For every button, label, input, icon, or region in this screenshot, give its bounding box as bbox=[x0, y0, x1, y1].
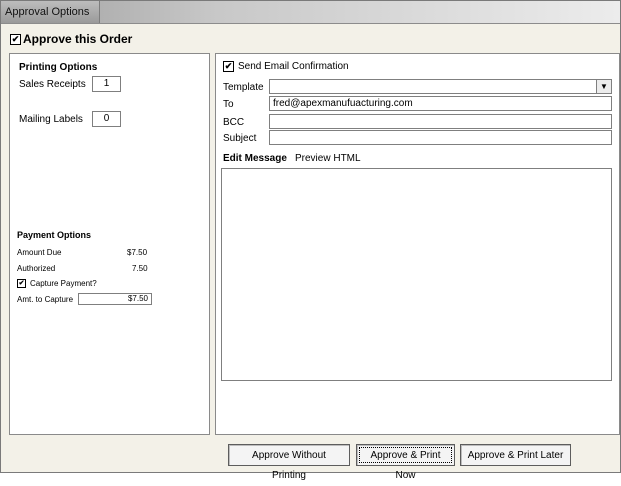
subject-label: Subject bbox=[223, 133, 257, 144]
window-title: Approval Options bbox=[1, 1, 101, 23]
capture-payment-label: Capture Payment? bbox=[30, 279, 97, 288]
capture-payment-checkbox[interactable]: ✔ bbox=[17, 279, 26, 288]
payment-options-heading: Payment Options bbox=[17, 230, 92, 240]
authorized-value: 7.50 bbox=[132, 264, 148, 273]
template-label: Template bbox=[223, 82, 264, 93]
mailing-labels-label: Mailing Labels bbox=[19, 114, 83, 125]
message-body-editor[interactable] bbox=[221, 168, 612, 381]
approve-without-printing-button[interactable]: Approve Without Printing bbox=[228, 444, 350, 481]
tab-edit-message[interactable]: Edit Message bbox=[223, 153, 287, 164]
bcc-label: BCC bbox=[223, 117, 245, 128]
amount-due-label: Amount Due bbox=[17, 248, 62, 257]
tab-preview-html[interactable]: Preview HTML bbox=[295, 153, 361, 164]
to-label: To bbox=[223, 99, 234, 110]
approve-order-label: Approve this Order bbox=[23, 32, 133, 46]
subject-input[interactable] bbox=[269, 130, 612, 145]
template-select[interactable]: ▼ bbox=[269, 79, 612, 94]
sales-receipts-input[interactable]: 1 bbox=[92, 76, 121, 92]
email-panel: ✔ Send Email Confirmation Template ▼ To … bbox=[215, 53, 620, 435]
send-email-label: Send Email Confirmation bbox=[238, 61, 349, 72]
amount-to-capture-input[interactable]: $7.50 bbox=[78, 293, 152, 305]
approval-options-window: Approval Options ✔ Approve this Order Pr… bbox=[0, 0, 621, 481]
to-input[interactable]: fred@apexmanufuacturing.com bbox=[269, 96, 612, 111]
bcc-input[interactable] bbox=[269, 114, 612, 129]
approve-order-checkbox[interactable]: ✔ bbox=[10, 34, 21, 45]
mailing-labels-input[interactable]: 0 bbox=[92, 111, 121, 127]
amount-due-value: $7.50 bbox=[127, 248, 148, 257]
approve-print-later-button[interactable]: Approve & Print Later bbox=[460, 444, 571, 466]
sales-receipts-label: Sales Receipts bbox=[19, 79, 86, 90]
title-bar: Approval Options bbox=[1, 1, 620, 24]
chevron-down-icon[interactable]: ▼ bbox=[596, 80, 611, 93]
send-email-checkbox[interactable]: ✔ bbox=[223, 61, 234, 72]
printing-options-heading: Printing Options bbox=[19, 62, 98, 73]
left-options-panel: Printing Options Sales Receipts 1 Mailin… bbox=[9, 53, 210, 435]
approve-print-now-button[interactable]: Approve & Print Now bbox=[356, 444, 455, 481]
amount-to-capture-label: Amt. to Capture bbox=[17, 295, 74, 304]
authorized-label: Authorized bbox=[17, 264, 56, 273]
